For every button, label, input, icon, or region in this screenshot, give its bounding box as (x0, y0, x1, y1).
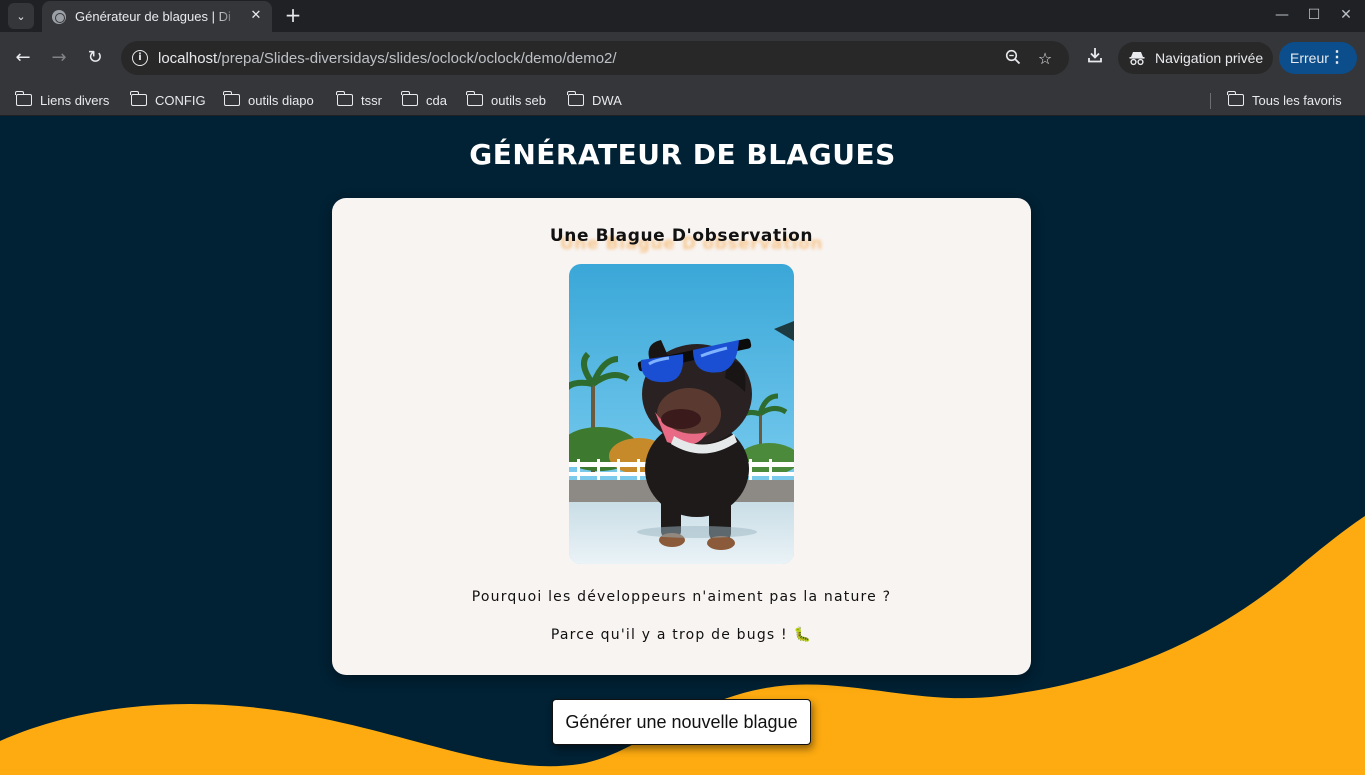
folder-icon (336, 91, 353, 106)
page-title: GÉNÉRATEUR DE BLAGUES (469, 138, 896, 171)
bookmark-folder[interactable]: tssr (336, 90, 382, 110)
folder-icon (466, 91, 483, 106)
bookmark-folder[interactable]: CONFIG (130, 90, 206, 110)
joke-punchline-text: Parce qu'il y a trop de bugs ! 🐛 (550, 627, 813, 643)
private-browsing-label: Navigation privée (1155, 50, 1264, 66)
site-info-icon[interactable]: i (132, 50, 148, 66)
private-browsing-indicator[interactable]: Navigation privée (1118, 42, 1273, 74)
globe-icon (52, 9, 66, 24)
browser-toolbar: ← → ↻ i localhost/prepa/Slides-diversida… (0, 32, 1365, 84)
browser-tab[interactable]: Générateur de blagues | Di ✕ (42, 1, 272, 32)
minimize-icon[interactable]: — (1271, 4, 1293, 26)
generate-joke-button[interactable]: Générer une nouvelle blague (552, 699, 811, 745)
maximize-icon[interactable]: ☐ (1303, 4, 1325, 26)
close-window-icon[interactable]: ✕ (1335, 4, 1357, 26)
kebab-menu-icon[interactable]: ⋮ (1329, 49, 1345, 67)
folder-icon (130, 91, 147, 106)
forward-arrow-icon[interactable]: → (46, 45, 72, 71)
zoom-icon[interactable] (1003, 49, 1023, 69)
address-bar[interactable]: i localhost/prepa/Slides-diversidays/sli… (121, 41, 1069, 75)
bookmark-folder[interactable]: Liens divers (15, 90, 109, 110)
back-arrow-icon[interactable]: ← (10, 45, 36, 71)
bookmark-star-icon[interactable]: ☆ (1035, 49, 1055, 69)
tab-search-chevron-icon[interactable]: ⌄ (8, 3, 34, 29)
bookmark-folder[interactable]: DWA (567, 90, 622, 110)
bookmarks-bar: Liens divers CONFIG outils diapo tssr cd… (0, 84, 1365, 116)
error-label: Erreur (1290, 50, 1329, 66)
tab-strip: ⌄ Générateur de blagues | Di ✕ + — ☐ ✕ (0, 0, 1365, 32)
download-icon[interactable] (1084, 46, 1106, 68)
tab-title: Générateur de blagues | Di (75, 9, 231, 24)
all-bookmarks-folder[interactable]: Tous les favoris (1227, 90, 1342, 110)
folder-icon (223, 91, 240, 106)
close-tab-icon[interactable]: ✕ (248, 8, 264, 24)
incognito-icon (1129, 52, 1145, 66)
folder-icon (1227, 91, 1244, 106)
reload-icon[interactable]: ↻ (82, 45, 108, 71)
joke-setup-text: Pourquoi les développeurs n'aiment pas l… (471, 589, 892, 605)
url-text[interactable]: localhost/prepa/Slides-diversidays/slide… (158, 50, 617, 67)
dog-sunglasses-image (569, 264, 794, 564)
joke-card: Une Blague D'observation Une Blague D'ob… (332, 198, 1031, 675)
bookmark-folder[interactable]: cda (401, 90, 447, 110)
new-tab-button[interactable]: + (284, 4, 302, 26)
joke-type-heading: Une Blague D'observation (549, 226, 814, 246)
bookmark-folder[interactable]: outils seb (466, 90, 546, 110)
folder-icon (15, 91, 32, 106)
bookmark-folder[interactable]: outils diapo (223, 90, 314, 110)
profile-error-button[interactable]: Erreur ⋮ (1279, 42, 1357, 74)
page-viewport: GÉNÉRATEUR DE BLAGUES Une Blague D'obser… (0, 116, 1365, 775)
folder-icon (401, 91, 418, 106)
folder-icon (567, 91, 584, 106)
bookmarks-separator (1210, 93, 1211, 109)
